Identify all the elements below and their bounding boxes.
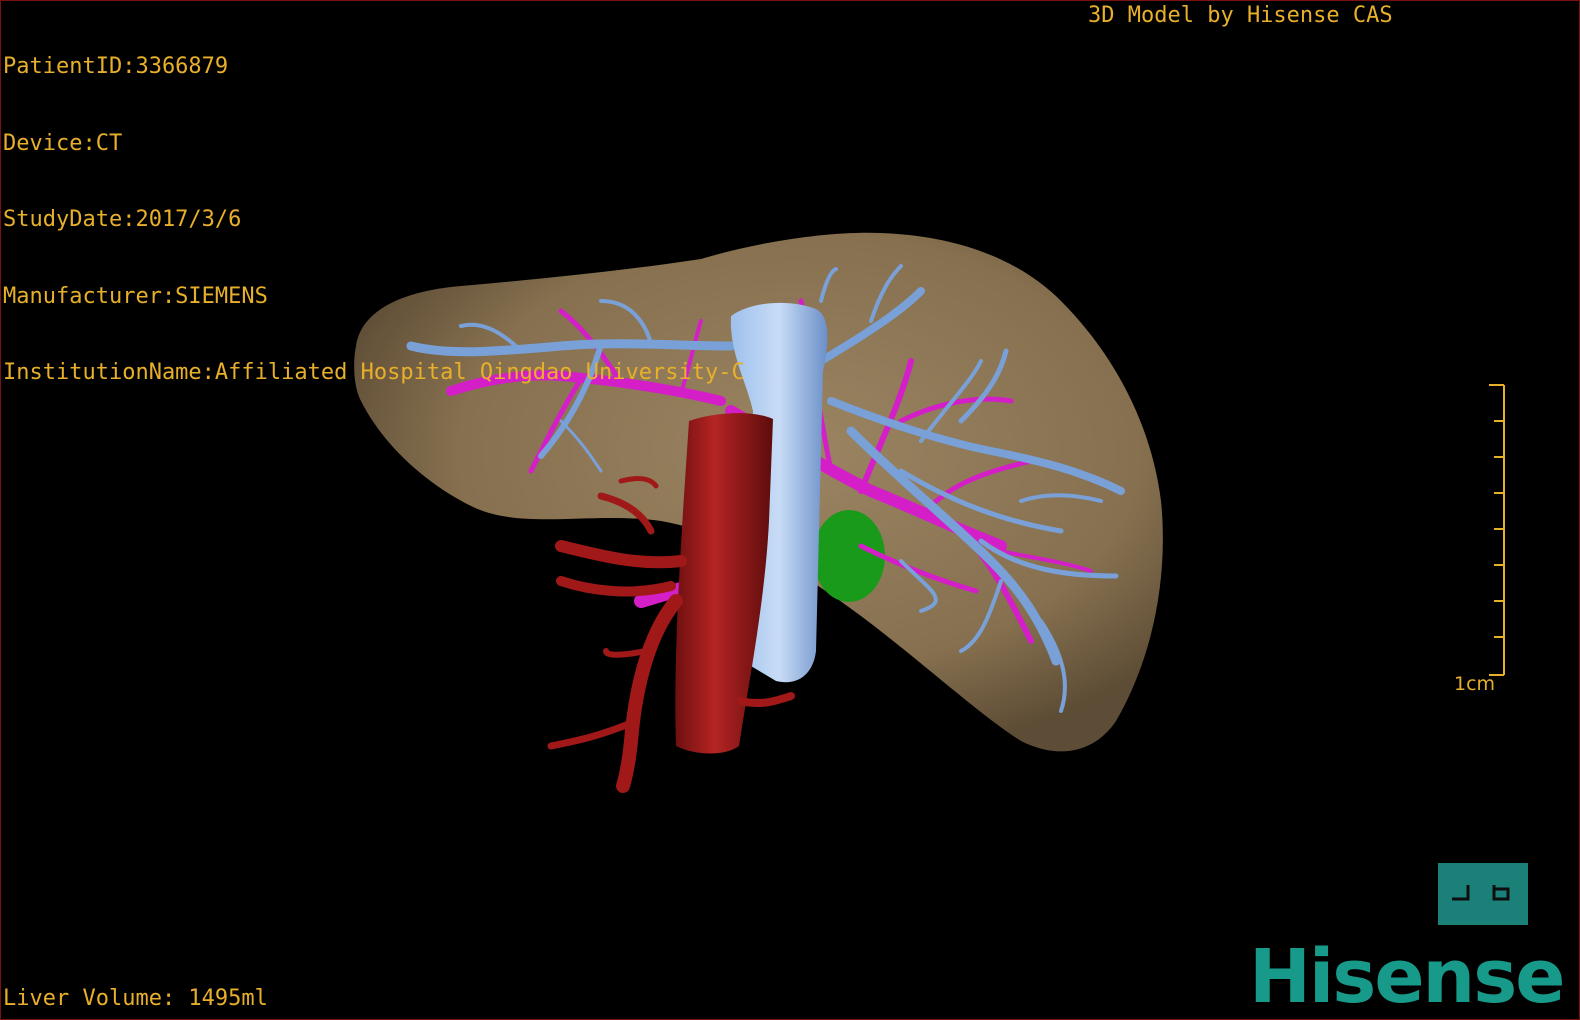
view-orientation-icon <box>1452 885 1510 901</box>
model-credit: 3D Model by Hisense CAS <box>1088 3 1393 28</box>
3d-viewport[interactable]: PatientID:3366879 Device:CT StudyDate:20… <box>0 0 1580 1020</box>
institution-label: InstitutionName:Affiliated Hospital Qing… <box>3 360 745 385</box>
manufacturer-label: Manufacturer:SIEMENS <box>3 283 268 309</box>
scale-bar-label: 1cm <box>1454 673 1496 695</box>
view-orientation-button[interactable] <box>1438 863 1528 925</box>
study-date-label: StudyDate:2017/3/6 <box>3 207 242 232</box>
hisense-logo: Hisense <box>1249 934 1565 1020</box>
patient-id-label: PatientID:3366879 <box>3 54 229 79</box>
liver-volume-label: Liver Volume: 1495ml <box>3 986 268 1011</box>
scale-bar <box>1489 384 1505 676</box>
gallbladder <box>813 510 885 602</box>
dicom-info-overlay: PatientID:3366879 Device:CT StudyDate:20… <box>3 3 745 437</box>
device-label: Device:CT <box>3 130 123 156</box>
